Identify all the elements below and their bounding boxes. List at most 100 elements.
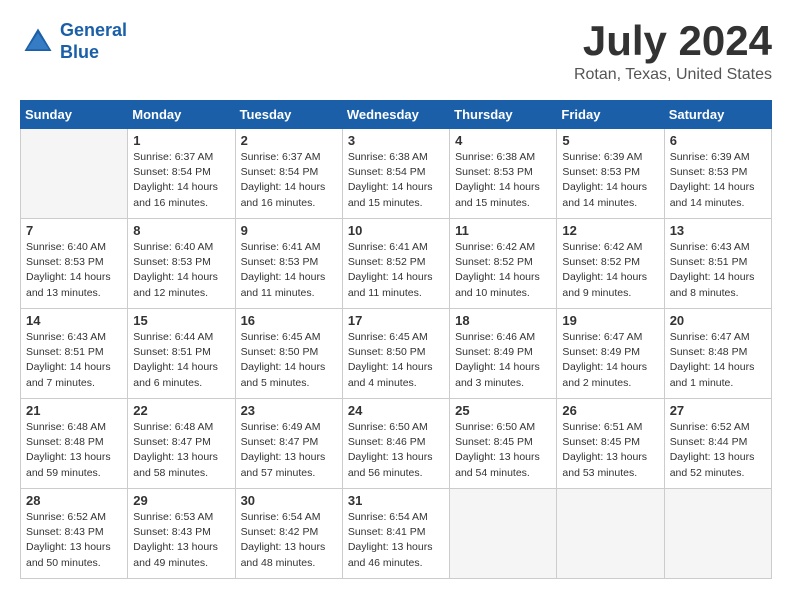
calendar-cell: 21Sunrise: 6:48 AMSunset: 8:48 PMDayligh… <box>21 399 128 489</box>
day-info: Sunrise: 6:48 AMSunset: 8:48 PMDaylight:… <box>26 420 122 481</box>
calendar-cell: 19Sunrise: 6:47 AMSunset: 8:49 PMDayligh… <box>557 309 664 399</box>
day-number: 9 <box>241 223 337 238</box>
calendar-cell: 23 Sunrise: 6:49 AMSunset: 8:47 PMDayligh… <box>235 399 342 489</box>
day-header-monday: Monday <box>128 101 235 129</box>
day-header-thursday: Thursday <box>450 101 557 129</box>
day-number: 3 <box>348 133 444 148</box>
day-number: 2 <box>241 133 337 148</box>
day-info: Sunrise: 6:47 AMSunset: 8:49 PMDaylight:… <box>562 330 658 391</box>
day-number: 7 <box>26 223 122 238</box>
day-info: Sunrise: 6:48 AMSunset: 8:47 PMDaylight:… <box>133 420 229 481</box>
day-info: Sunrise: 6:51 AMSunset: 8:45 PMDaylight:… <box>562 420 658 481</box>
calendar-cell: 16 Sunrise: 6:45 AMSunset: 8:50 PMDayligh… <box>235 309 342 399</box>
calendar-cell: 13Sunrise: 6:43 AMSunset: 8:51 PMDayligh… <box>664 219 771 309</box>
day-number: 27 <box>670 403 766 418</box>
day-number: 25 <box>455 403 551 418</box>
page-header: General Blue July 2024 Rotan, Texas, Uni… <box>20 20 772 84</box>
logo-text: General Blue <box>60 20 127 63</box>
day-number: 6 <box>670 133 766 148</box>
calendar-cell: 20Sunrise: 6:47 AMSunset: 8:48 PMDayligh… <box>664 309 771 399</box>
day-info: Sunrise: 6:52 AMSunset: 8:43 PMDaylight:… <box>26 510 122 571</box>
day-number: 26 <box>562 403 658 418</box>
calendar-cell: 2 Sunrise: 6:37 AMSunset: 8:54 PMDaylight… <box>235 129 342 219</box>
day-info: Sunrise: 6:53 AMSunset: 8:43 PMDaylight:… <box>133 510 229 571</box>
day-info: Sunrise: 6:38 AMSunset: 8:53 PMDaylight:… <box>455 150 551 211</box>
calendar-cell: 30 Sunrise: 6:54 AMSunset: 8:42 PMDayligh… <box>235 489 342 579</box>
month-title: July 2024 <box>574 20 772 62</box>
calendar-cell: 5 Sunrise: 6:39 AMSunset: 8:53 PMDaylight… <box>557 129 664 219</box>
calendar-cell: 27 Sunrise: 6:52 AMSunset: 8:44 PMDayligh… <box>664 399 771 489</box>
calendar-table: SundayMondayTuesdayWednesdayThursdayFrid… <box>20 100 772 579</box>
calendar-cell: 29Sunrise: 6:53 AMSunset: 8:43 PMDayligh… <box>128 489 235 579</box>
day-header-tuesday: Tuesday <box>235 101 342 129</box>
day-info: Sunrise: 6:54 AMSunset: 8:42 PMDaylight:… <box>241 510 337 571</box>
day-number: 22 <box>133 403 229 418</box>
day-info: Sunrise: 6:50 AMSunset: 8:46 PMDaylight:… <box>348 420 444 481</box>
day-number: 1 <box>133 133 229 148</box>
day-info: Sunrise: 6:49 AMSunset: 8:47 PMDaylight:… <box>241 420 337 481</box>
day-info: Sunrise: 6:45 AMSunset: 8:50 PMDaylight:… <box>241 330 337 391</box>
day-number: 12 <box>562 223 658 238</box>
calendar-cell: 25 Sunrise: 6:50 AMSunset: 8:45 PMDayligh… <box>450 399 557 489</box>
calendar-cell <box>664 489 771 579</box>
calendar-cell: 17 Sunrise: 6:45 AMSunset: 8:50 PMDayligh… <box>342 309 449 399</box>
calendar-cell: 10 Sunrise: 6:41 AMSunset: 8:52 PMDayligh… <box>342 219 449 309</box>
week-row-0: 1 Sunrise: 6:37 AMSunset: 8:54 PMDaylight… <box>21 129 772 219</box>
logo: General Blue <box>20 20 127 63</box>
logo-icon <box>20 24 56 60</box>
calendar-cell: 18 Sunrise: 6:46 AMSunset: 8:49 PMDayligh… <box>450 309 557 399</box>
week-row-3: 21Sunrise: 6:48 AMSunset: 8:48 PMDayligh… <box>21 399 772 489</box>
day-info: Sunrise: 6:52 AMSunset: 8:44 PMDaylight:… <box>670 420 766 481</box>
day-info: Sunrise: 6:42 AMSunset: 8:52 PMDaylight:… <box>562 240 658 301</box>
logo-line2: Blue <box>60 42 99 62</box>
calendar-cell: 1 Sunrise: 6:37 AMSunset: 8:54 PMDaylight… <box>128 129 235 219</box>
calendar-cell: 28 Sunrise: 6:52 AMSunset: 8:43 PMDayligh… <box>21 489 128 579</box>
day-number: 28 <box>26 493 122 508</box>
day-info: Sunrise: 6:43 AMSunset: 8:51 PMDaylight:… <box>670 240 766 301</box>
day-number: 8 <box>133 223 229 238</box>
week-row-1: 7 Sunrise: 6:40 AMSunset: 8:53 PMDaylight… <box>21 219 772 309</box>
logo-line1: General <box>60 20 127 40</box>
day-number: 18 <box>455 313 551 328</box>
calendar-cell <box>557 489 664 579</box>
calendar-cell <box>450 489 557 579</box>
day-header-friday: Friday <box>557 101 664 129</box>
day-info: Sunrise: 6:40 AMSunset: 8:53 PMDaylight:… <box>26 240 122 301</box>
title-block: July 2024 Rotan, Texas, United States <box>574 20 772 84</box>
location: Rotan, Texas, United States <box>574 66 772 84</box>
calendar-cell: 8 Sunrise: 6:40 AMSunset: 8:53 PMDaylight… <box>128 219 235 309</box>
day-number: 20 <box>670 313 766 328</box>
calendar-cell: 24Sunrise: 6:50 AMSunset: 8:46 PMDayligh… <box>342 399 449 489</box>
day-info: Sunrise: 6:40 AMSunset: 8:53 PMDaylight:… <box>133 240 229 301</box>
week-row-2: 14Sunrise: 6:43 AMSunset: 8:51 PMDayligh… <box>21 309 772 399</box>
day-number: 5 <box>562 133 658 148</box>
day-info: Sunrise: 6:39 AMSunset: 8:53 PMDaylight:… <box>562 150 658 211</box>
day-info: Sunrise: 6:41 AMSunset: 8:52 PMDaylight:… <box>348 240 444 301</box>
day-number: 15 <box>133 313 229 328</box>
day-number: 14 <box>26 313 122 328</box>
day-info: Sunrise: 6:37 AMSunset: 8:54 PMDaylight:… <box>241 150 337 211</box>
calendar-cell: 26 Sunrise: 6:51 AMSunset: 8:45 PMDayligh… <box>557 399 664 489</box>
calendar-cell: 3 Sunrise: 6:38 AMSunset: 8:54 PMDaylight… <box>342 129 449 219</box>
day-info: Sunrise: 6:38 AMSunset: 8:54 PMDaylight:… <box>348 150 444 211</box>
day-info: Sunrise: 6:37 AMSunset: 8:54 PMDaylight:… <box>133 150 229 211</box>
day-info: Sunrise: 6:46 AMSunset: 8:49 PMDaylight:… <box>455 330 551 391</box>
day-number: 30 <box>241 493 337 508</box>
day-header-saturday: Saturday <box>664 101 771 129</box>
day-number: 31 <box>348 493 444 508</box>
calendar-cell: 7 Sunrise: 6:40 AMSunset: 8:53 PMDaylight… <box>21 219 128 309</box>
day-number: 23 <box>241 403 337 418</box>
day-info: Sunrise: 6:50 AMSunset: 8:45 PMDaylight:… <box>455 420 551 481</box>
day-info: Sunrise: 6:45 AMSunset: 8:50 PMDaylight:… <box>348 330 444 391</box>
calendar-cell: 6 Sunrise: 6:39 AMSunset: 8:53 PMDaylight… <box>664 129 771 219</box>
day-info: Sunrise: 6:44 AMSunset: 8:51 PMDaylight:… <box>133 330 229 391</box>
day-info: Sunrise: 6:39 AMSunset: 8:53 PMDaylight:… <box>670 150 766 211</box>
calendar-header-row: SundayMondayTuesdayWednesdayThursdayFrid… <box>21 101 772 129</box>
day-number: 17 <box>348 313 444 328</box>
day-info: Sunrise: 6:41 AMSunset: 8:53 PMDaylight:… <box>241 240 337 301</box>
calendar-cell: 9 Sunrise: 6:41 AMSunset: 8:53 PMDaylight… <box>235 219 342 309</box>
day-number: 10 <box>348 223 444 238</box>
calendar-cell: 4Sunrise: 6:38 AMSunset: 8:53 PMDaylight… <box>450 129 557 219</box>
calendar-cell: 11Sunrise: 6:42 AMSunset: 8:52 PMDayligh… <box>450 219 557 309</box>
day-number: 16 <box>241 313 337 328</box>
